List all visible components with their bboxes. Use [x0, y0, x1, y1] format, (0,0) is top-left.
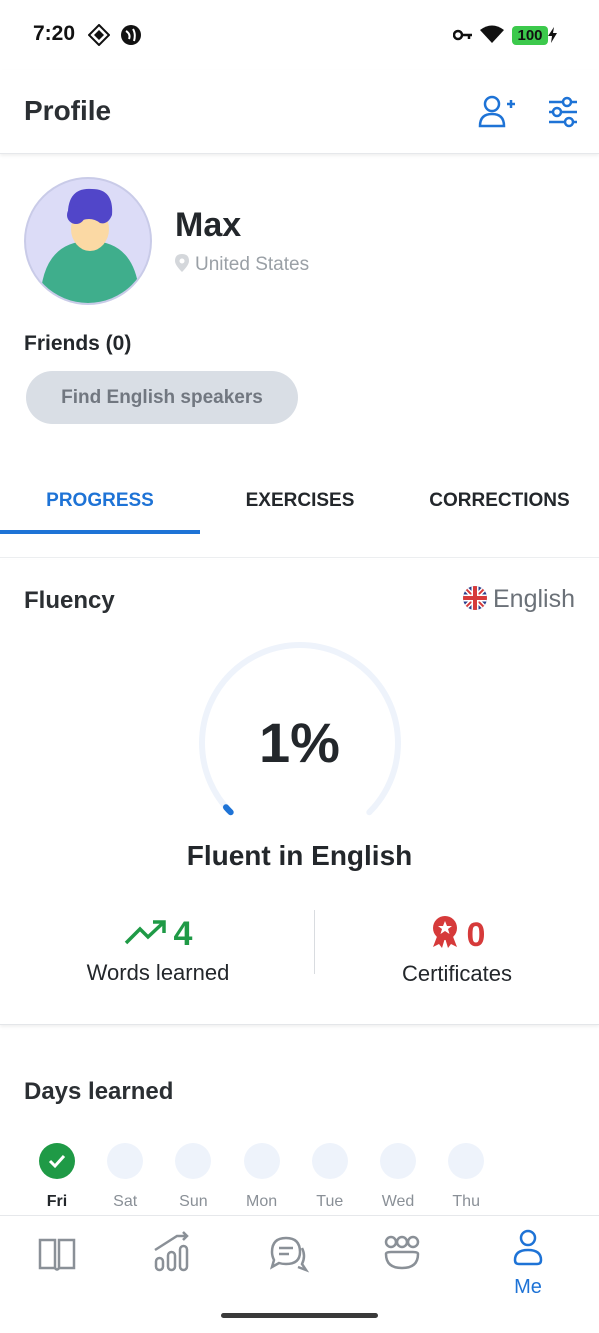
- day-label: Sat: [113, 1193, 138, 1210]
- fluency-label: Fluent in English: [186, 840, 413, 871]
- day-thu: Thu: [446, 1143, 486, 1211]
- key-icon: [452, 28, 473, 47]
- days-learned-title: Days learned: [24, 1078, 174, 1105]
- day-label: Sun: [179, 1193, 208, 1210]
- fluency-title: Fluency: [24, 587, 115, 614]
- location-text: United States: [195, 254, 310, 275]
- home-indicator: [221, 1313, 378, 1318]
- nav-community[interactable]: [367, 1226, 437, 1296]
- day-dot: [380, 1143, 416, 1179]
- day-label: Fri: [46, 1193, 68, 1210]
- app-header: Profile: [0, 70, 599, 154]
- nav-stats[interactable]: [137, 1226, 207, 1296]
- filter-settings-icon: [549, 96, 577, 128]
- day-dot: [243, 1143, 280, 1179]
- tab-exercises[interactable]: EXERCISES: [200, 490, 400, 512]
- find-speakers-button[interactable]: Find English speakers: [26, 371, 298, 424]
- location: United States: [175, 254, 309, 278]
- page-title: Profile: [24, 95, 112, 126]
- language-selector[interactable]: English: [463, 585, 575, 617]
- day-label: Wed: [381, 1193, 415, 1210]
- day-dot: [107, 1143, 144, 1179]
- stats-icon: [154, 1231, 189, 1272]
- friends-label: Friends (0): [24, 332, 132, 355]
- day-dot: [175, 1143, 212, 1179]
- trending-up-icon: [124, 920, 166, 945]
- status-bar: 7:20 100: [0, 0, 599, 70]
- active-tab-indicator: [0, 530, 200, 534]
- nav-me[interactable]: Me: [493, 1226, 563, 1298]
- battery-indicator: 100: [512, 26, 548, 45]
- day-sat: Sat: [105, 1143, 145, 1211]
- diamond-status-icon: [87, 23, 111, 51]
- chat-icon: [269, 1236, 310, 1273]
- tab-bar: PROGRESS EXERCISES CORRECTIONS: [0, 470, 599, 558]
- award-ribbon-icon: [432, 916, 457, 948]
- add-friend-button[interactable]: [476, 94, 516, 130]
- uk-flag-icon: [463, 586, 487, 617]
- day-label: Thu: [452, 1193, 480, 1210]
- day-mon: Mon: [242, 1143, 282, 1211]
- fluency-percent: 1%: [259, 711, 340, 774]
- charging-icon: [548, 27, 557, 48]
- wifi-icon: [479, 24, 505, 49]
- day-check-icon: [39, 1143, 75, 1179]
- globe-status-icon: [120, 24, 142, 51]
- language-name: English: [493, 585, 575, 613]
- day-tue: Tue: [310, 1143, 350, 1211]
- book-icon: [38, 1238, 76, 1271]
- day-sun: Sun: [173, 1143, 213, 1211]
- add-friend-icon: [478, 95, 515, 128]
- words-learned-stat[interactable]: 4 Words learned: [8, 914, 308, 986]
- day-dot: [311, 1143, 348, 1179]
- fluency-card: Fluency English 1% Fluent in English 4 W…: [0, 560, 599, 1025]
- filter-settings-button[interactable]: [546, 94, 586, 130]
- words-learned-value: 4: [173, 915, 193, 953]
- words-learned-label: Words learned: [86, 960, 230, 985]
- nav-me-label: Me: [514, 1276, 542, 1298]
- avatar[interactable]: [24, 177, 152, 305]
- day-dot: [448, 1143, 485, 1179]
- fluency-gauge-fill: [222, 804, 234, 816]
- tab-progress[interactable]: PROGRESS: [0, 490, 200, 512]
- day-wed: Wed: [378, 1143, 418, 1211]
- day-fri: Fri: [37, 1143, 77, 1211]
- nav-chat[interactable]: [252, 1226, 322, 1296]
- certificates-label: Certificates: [401, 961, 513, 986]
- location-pin-icon: [175, 254, 189, 278]
- certificates-stat[interactable]: 0 Certificates: [307, 914, 599, 987]
- day-label: Tue: [316, 1193, 344, 1210]
- community-icon: [384, 1235, 420, 1270]
- nav-learn[interactable]: [22, 1226, 92, 1296]
- status-time: 7:20: [33, 22, 76, 45]
- day-label: Mon: [246, 1193, 278, 1210]
- profile-name: Max: [175, 206, 242, 244]
- tab-corrections[interactable]: CORRECTIONS: [400, 490, 599, 512]
- me-icon: [513, 1229, 543, 1266]
- certificates-value: 0: [466, 916, 486, 954]
